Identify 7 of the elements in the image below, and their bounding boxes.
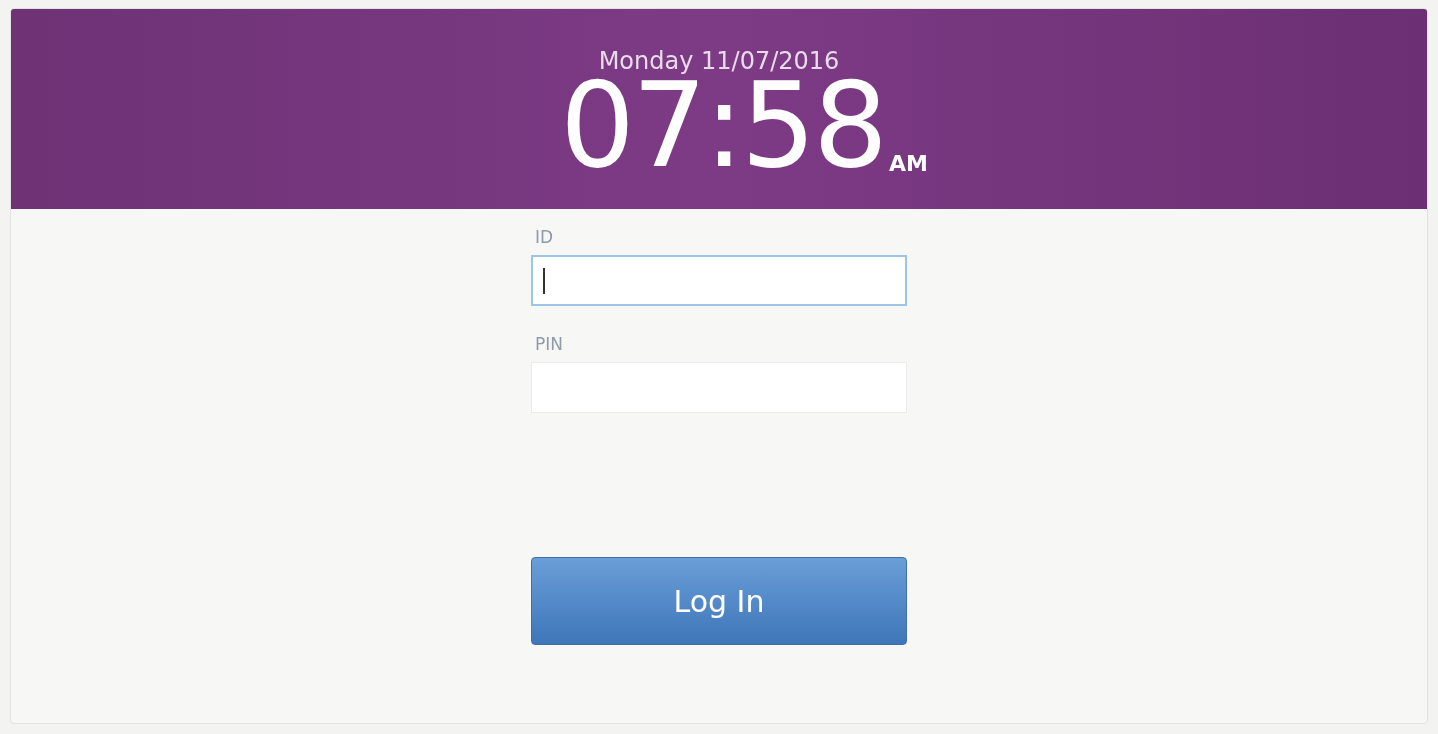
clock-time: 07:58 (560, 75, 886, 175)
date-text: Monday 11/07/2016 (598, 47, 840, 75)
login-button[interactable]: Log In (531, 557, 907, 645)
input-field[interactable] (531, 255, 907, 306)
field-label: ID (534, 227, 555, 249)
meridiem-text: AM (889, 153, 928, 175)
field-label: PIN (534, 334, 564, 356)
